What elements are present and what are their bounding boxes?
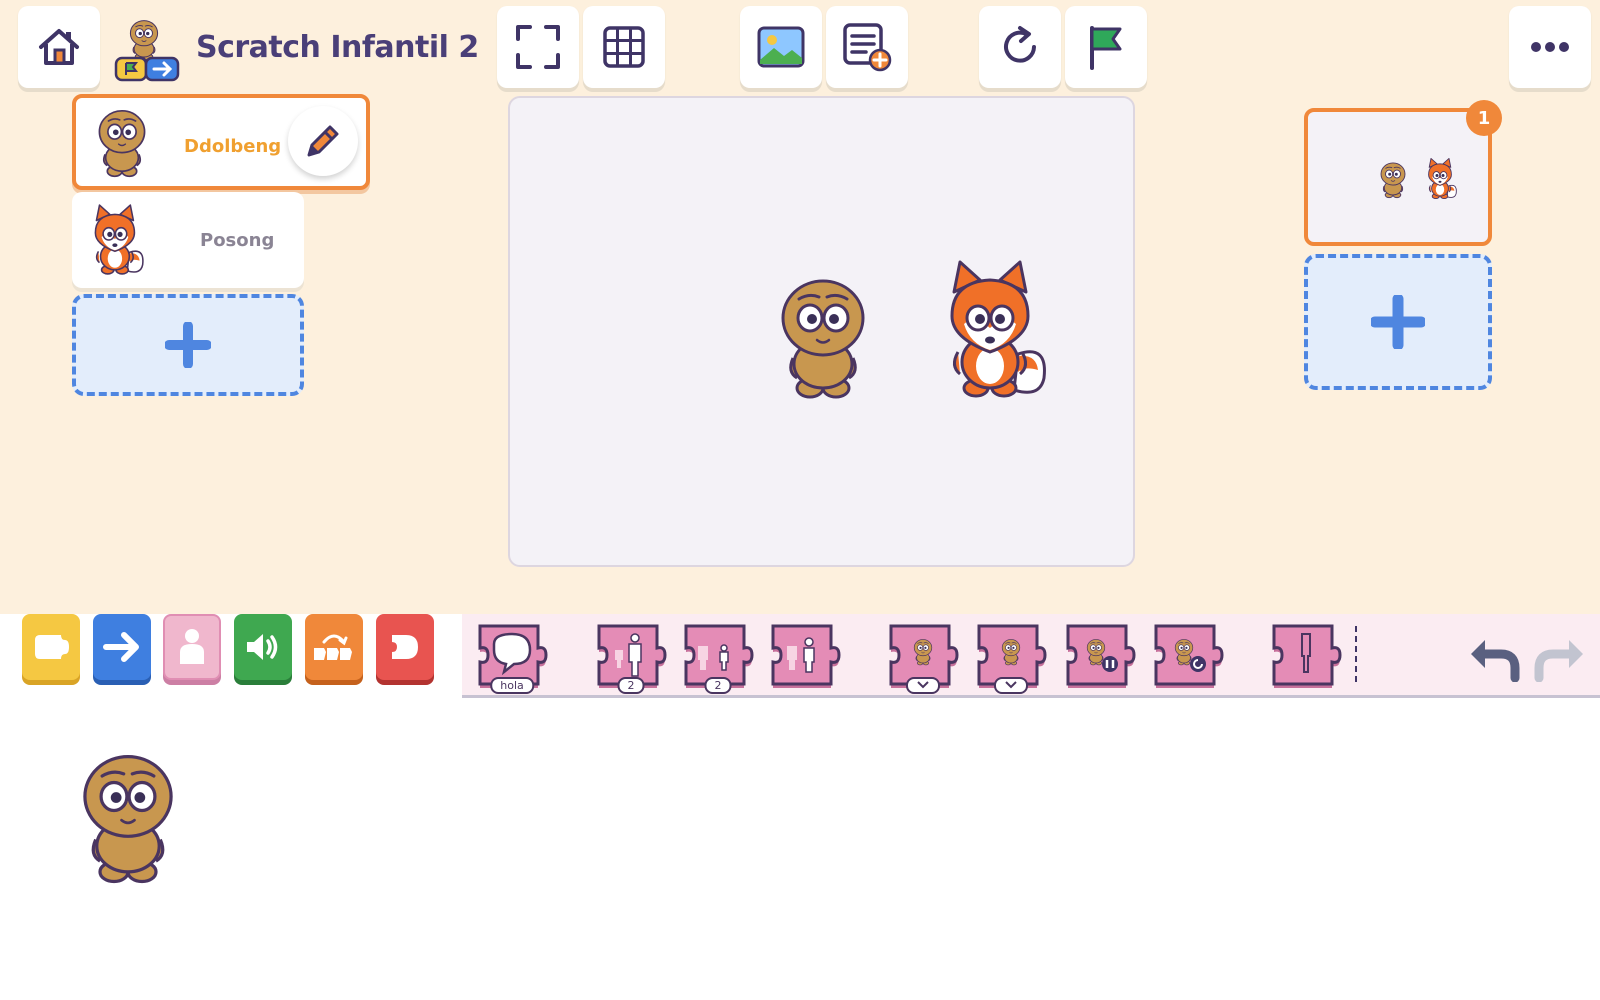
fullscreen-button[interactable] [497, 6, 579, 88]
chevron-down-icon[interactable] [906, 677, 940, 694]
reset-icon [1004, 26, 1036, 63]
redo-button[interactable] [1532, 630, 1588, 686]
category-control[interactable] [305, 614, 363, 680]
partial-block[interactable] [1268, 622, 1344, 692]
grid-button[interactable] [583, 6, 665, 88]
add-scene-button[interactable] [1304, 254, 1492, 390]
edit-sprite-button[interactable] [288, 106, 358, 176]
shrink-block[interactable]: 2 [680, 622, 756, 694]
more-icon [1531, 42, 1569, 52]
undo-icon [1471, 640, 1520, 682]
say-block[interactable]: hola [474, 622, 550, 694]
add-sprite-button[interactable] [72, 294, 304, 396]
sprite-name-posong: Posong [200, 230, 275, 251]
background-button[interactable] [740, 6, 822, 88]
app-logo [114, 12, 182, 84]
home-icon [39, 29, 79, 65]
plus-icon [1371, 295, 1425, 349]
posong-thumbnail [94, 204, 144, 275]
reset-button[interactable] [979, 6, 1061, 88]
grow-block[interactable]: 2 [593, 622, 669, 694]
category-bar [0, 614, 462, 698]
speaker-icon [247, 634, 278, 660]
green-flag-icon [1090, 26, 1122, 70]
pause-block[interactable] [1062, 622, 1138, 692]
add-text-button[interactable] [826, 6, 908, 88]
script-area[interactable] [0, 698, 1600, 1000]
add-text-icon [843, 23, 892, 72]
category-end[interactable] [376, 614, 434, 680]
block-palette: hola 2 2 [0, 614, 1600, 698]
palette-divider [1355, 626, 1357, 682]
trigger-icon [35, 635, 69, 659]
sprite-card-ddolbeng[interactable]: Ddolbeng [72, 94, 370, 190]
image-icon [757, 26, 805, 68]
category-sound[interactable] [234, 614, 292, 680]
posong-on-stage[interactable] [950, 260, 1046, 398]
category-motion[interactable] [93, 614, 151, 680]
undo-button[interactable] [1466, 630, 1522, 686]
ddolbeng-thumbnail [98, 109, 146, 178]
more-button[interactable] [1509, 6, 1591, 88]
category-triggers[interactable] [22, 614, 80, 680]
reset-size-block[interactable] [767, 622, 843, 692]
plus-icon [165, 322, 211, 368]
scene-number-badge: 1 [1466, 100, 1502, 136]
redo-icon [1534, 640, 1583, 682]
sprite-name-ddolbeng: Ddolbeng [184, 136, 282, 157]
arrow-right-icon [103, 632, 139, 662]
scene-thumbnail-1[interactable] [1304, 108, 1492, 246]
pencil-icon [307, 125, 339, 157]
end-block-icon [392, 635, 418, 659]
person-icon [180, 629, 204, 664]
block-value-label[interactable]: 2 [704, 677, 732, 694]
stage[interactable] [508, 96, 1135, 567]
block-value-label[interactable]: 2 [617, 677, 645, 694]
fullscreen-icon [516, 25, 560, 69]
hide-block[interactable] [885, 622, 961, 694]
home-button[interactable] [18, 6, 100, 88]
block-value-label[interactable]: hola [490, 677, 534, 694]
sprite-card-posong[interactable]: Posong [72, 192, 304, 288]
chevron-down-icon[interactable] [994, 677, 1028, 694]
ddolbeng-on-stage[interactable] [781, 279, 865, 399]
app-title: Scratch Infantil 2 [196, 30, 479, 65]
grid-icon [603, 26, 645, 68]
show-block[interactable] [973, 622, 1049, 694]
repeat-icon [314, 634, 352, 660]
green-flag-button[interactable] [1065, 6, 1147, 88]
category-looks[interactable] [163, 614, 221, 680]
reset-block[interactable] [1150, 622, 1226, 692]
current-sprite-ddolbeng [83, 754, 173, 884]
